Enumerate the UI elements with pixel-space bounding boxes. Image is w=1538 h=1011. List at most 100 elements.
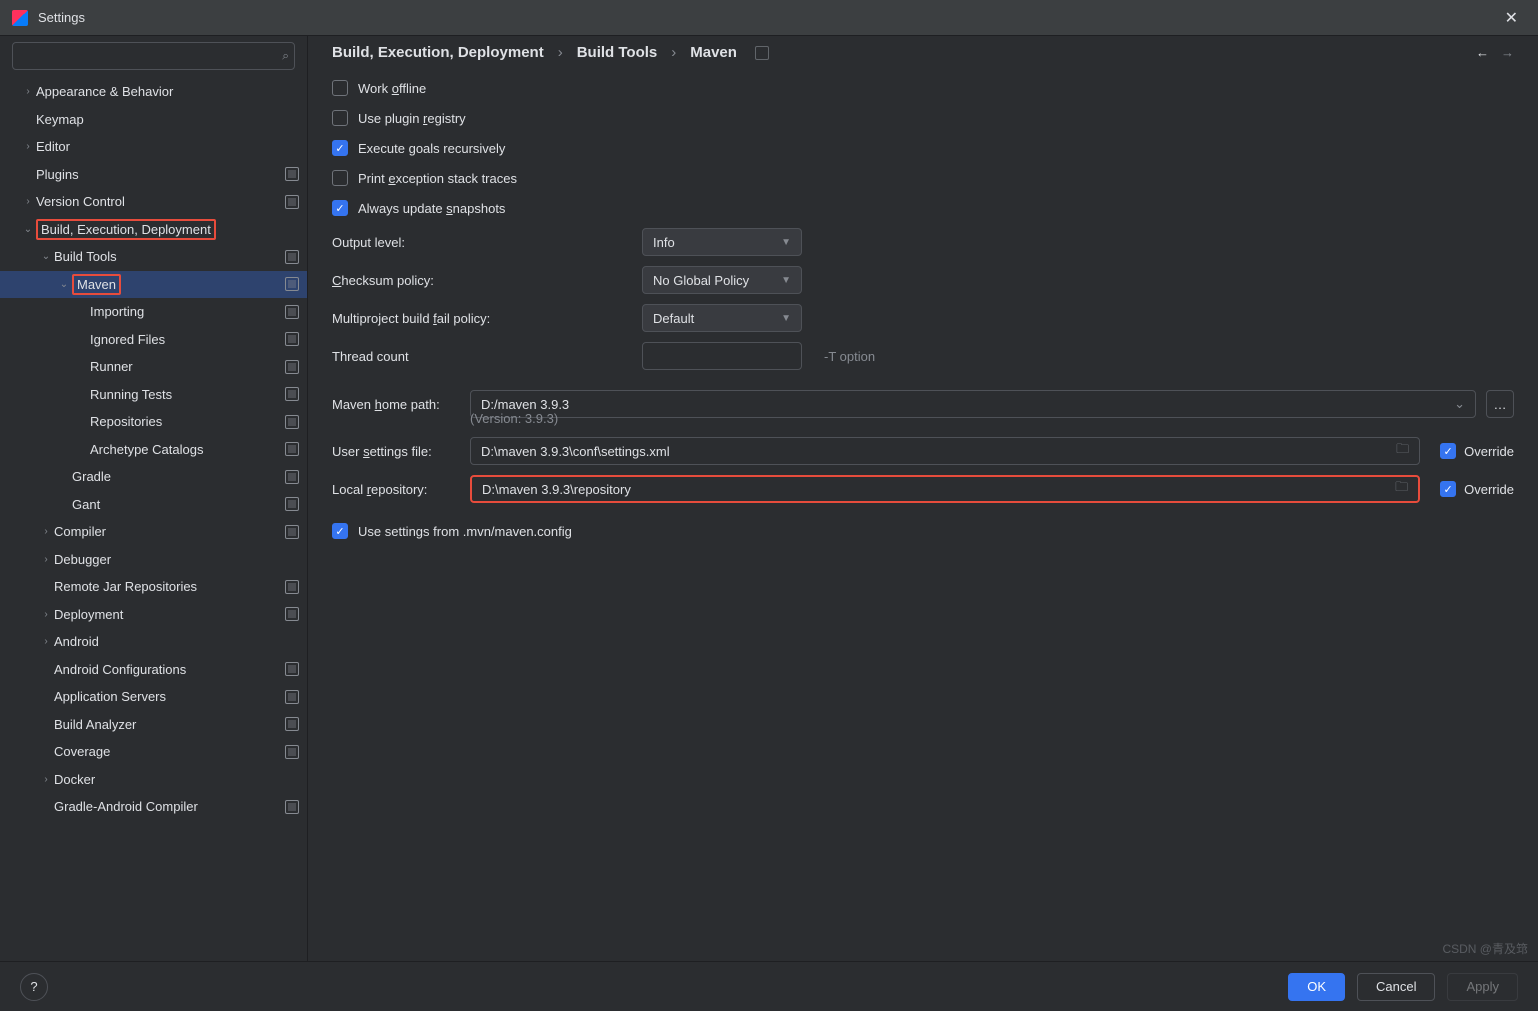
- tree-item-editor[interactable]: ›Editor: [0, 133, 307, 161]
- tree-item-build-analyzer[interactable]: Build Analyzer: [0, 711, 307, 739]
- ok-button[interactable]: OK: [1288, 973, 1345, 1001]
- output-level-dropdown[interactable]: Info▼: [642, 228, 802, 256]
- tree-item-gradle-android-compiler[interactable]: Gradle-Android Compiler: [0, 793, 307, 821]
- project-level-icon: [285, 250, 299, 264]
- print-exception-check[interactable]: Print exception stack traces: [332, 163, 1514, 193]
- checkbox[interactable]: [332, 140, 348, 156]
- check-label: Use plugin registry: [358, 111, 466, 126]
- cancel-button[interactable]: Cancel: [1357, 973, 1435, 1001]
- project-level-icon: [285, 525, 299, 539]
- sidebar: ⌕ ›Appearance & BehaviorKeymap›EditorPlu…: [0, 36, 308, 961]
- tree-item-build-execution-deployment[interactable]: ⌄Build, Execution, Deployment: [0, 216, 307, 244]
- tree-item-label: Keymap: [36, 112, 299, 127]
- project-level-icon: [285, 497, 299, 511]
- project-level-icon: [285, 690, 299, 704]
- local-repo-override-check[interactable]: Override: [1440, 481, 1514, 497]
- checkbox[interactable]: [332, 170, 348, 186]
- tree-item-running-tests[interactable]: Running Tests: [0, 381, 307, 409]
- work-offline-check[interactable]: Work offline: [332, 73, 1514, 103]
- search-input[interactable]: [12, 42, 295, 70]
- tree-item-importing[interactable]: Importing: [0, 298, 307, 326]
- breadcrumb-item[interactable]: Build Tools: [577, 44, 658, 61]
- tree-item-label: Android: [54, 634, 299, 649]
- tree-item-label: Gradle: [72, 469, 281, 484]
- tree-item-gradle[interactable]: Gradle: [0, 463, 307, 491]
- browse-button[interactable]: …: [1486, 390, 1514, 418]
- use-plugin-registry-check[interactable]: Use plugin registry: [332, 103, 1514, 133]
- chevron-right-icon: ›: [558, 44, 563, 61]
- tree-item-deployment[interactable]: ›Deployment: [0, 601, 307, 629]
- project-level-icon: [755, 46, 769, 60]
- tree-item-android[interactable]: ›Android: [0, 628, 307, 656]
- chevron-right-icon: ›: [20, 86, 36, 97]
- close-icon[interactable]: ✕: [1497, 4, 1526, 32]
- tree-item-ignored-files[interactable]: Ignored Files: [0, 326, 307, 354]
- tree-item-label: Compiler: [54, 524, 281, 539]
- checkbox[interactable]: [332, 80, 348, 96]
- chevron-right-icon: ›: [38, 609, 54, 620]
- tree-item-compiler[interactable]: ›Compiler: [0, 518, 307, 546]
- tree-item-version-control[interactable]: ›Version Control: [0, 188, 307, 216]
- tree-item-application-servers[interactable]: Application Servers: [0, 683, 307, 711]
- execute-goals-check[interactable]: Execute goals recursively: [332, 133, 1514, 163]
- tree-item-docker[interactable]: ›Docker: [0, 766, 307, 794]
- tree-item-label: Runner: [90, 359, 281, 374]
- tree-item-repositories[interactable]: Repositories: [0, 408, 307, 436]
- chevron-down-icon: ⌄: [1454, 396, 1465, 412]
- project-level-icon: [285, 442, 299, 456]
- user-settings-input[interactable]: D:\maven 3.9.3\conf\settings.xml 🗀: [470, 437, 1420, 465]
- help-button[interactable]: ?: [20, 973, 48, 1001]
- tree-item-label: Application Servers: [54, 689, 281, 704]
- tree-item-gant[interactable]: Gant: [0, 491, 307, 519]
- folder-icon[interactable]: 🗀: [1395, 478, 1408, 500]
- breadcrumb-item[interactable]: Maven: [690, 44, 737, 61]
- chevron-right-icon: ›: [20, 196, 36, 207]
- tree-item-build-tools[interactable]: ⌄Build Tools: [0, 243, 307, 271]
- breadcrumb-item[interactable]: Build, Execution, Deployment: [332, 44, 544, 61]
- thread-count-input[interactable]: [642, 342, 802, 370]
- folder-icon[interactable]: 🗀: [1396, 440, 1409, 462]
- tree-item-android-configurations[interactable]: Android Configurations: [0, 656, 307, 684]
- chevron-right-icon: ›: [671, 44, 676, 61]
- project-level-icon: [285, 305, 299, 319]
- always-update-check[interactable]: Always update snapshots: [332, 193, 1514, 223]
- tree-item-runner[interactable]: Runner: [0, 353, 307, 381]
- checkbox[interactable]: [332, 523, 348, 539]
- tree-item-coverage[interactable]: Coverage: [0, 738, 307, 766]
- local-repo-input[interactable]: D:\maven 3.9.3\repository 🗀: [470, 475, 1420, 503]
- checkbox[interactable]: [1440, 443, 1456, 459]
- tree-item-debugger[interactable]: ›Debugger: [0, 546, 307, 574]
- chevron-right-icon: ›: [38, 774, 54, 785]
- tree-item-keymap[interactable]: Keymap: [0, 106, 307, 134]
- nav-back-icon[interactable]: ←: [1476, 45, 1489, 60]
- tree-item-label: Ignored Files: [90, 332, 281, 347]
- tree-item-plugins[interactable]: Plugins: [0, 161, 307, 189]
- tree-item-remote-jar-repositories[interactable]: Remote Jar Repositories: [0, 573, 307, 601]
- nav-forward-icon[interactable]: →: [1501, 45, 1514, 60]
- chevron-right-icon: ›: [38, 554, 54, 565]
- use-mvn-config-check[interactable]: Use settings from .mvn/maven.config: [332, 516, 1514, 546]
- checkbox[interactable]: [1440, 481, 1456, 497]
- apply-button[interactable]: Apply: [1447, 973, 1518, 1001]
- tree-item-label: Gant: [72, 497, 281, 512]
- chevron-down-icon: ⌄: [20, 224, 36, 235]
- window-title: Settings: [38, 10, 85, 25]
- checksum-policy-label: Checksum policy:: [332, 273, 632, 288]
- checkbox[interactable]: [332, 200, 348, 216]
- user-settings-override-check[interactable]: Override: [1440, 443, 1514, 459]
- project-level-icon: [285, 470, 299, 484]
- title-bar: Settings ✕: [0, 0, 1538, 36]
- tree-item-appearance-behavior[interactable]: ›Appearance & Behavior: [0, 78, 307, 106]
- tree-item-archetype-catalogs[interactable]: Archetype Catalogs: [0, 436, 307, 464]
- checkbox[interactable]: [332, 110, 348, 126]
- tree-item-maven[interactable]: ⌄Maven: [0, 271, 307, 299]
- chevron-down-icon: ▼: [781, 237, 791, 248]
- settings-tree[interactable]: ›Appearance & Behavior Keymap ›EditorPlugi…: [0, 74, 307, 961]
- check-label: Always update snapshots: [358, 201, 505, 216]
- maven-home-dropdown[interactable]: D:/maven 3.9.3 ⌄: [470, 390, 1476, 418]
- project-level-icon: [285, 662, 299, 676]
- checksum-policy-dropdown[interactable]: No Global Policy▼: [642, 266, 802, 294]
- content-area: Build, Execution, Deployment › Build Too…: [308, 36, 1538, 961]
- multiproject-fail-dropdown[interactable]: Default▼: [642, 304, 802, 332]
- tree-item-label: Docker: [54, 772, 299, 787]
